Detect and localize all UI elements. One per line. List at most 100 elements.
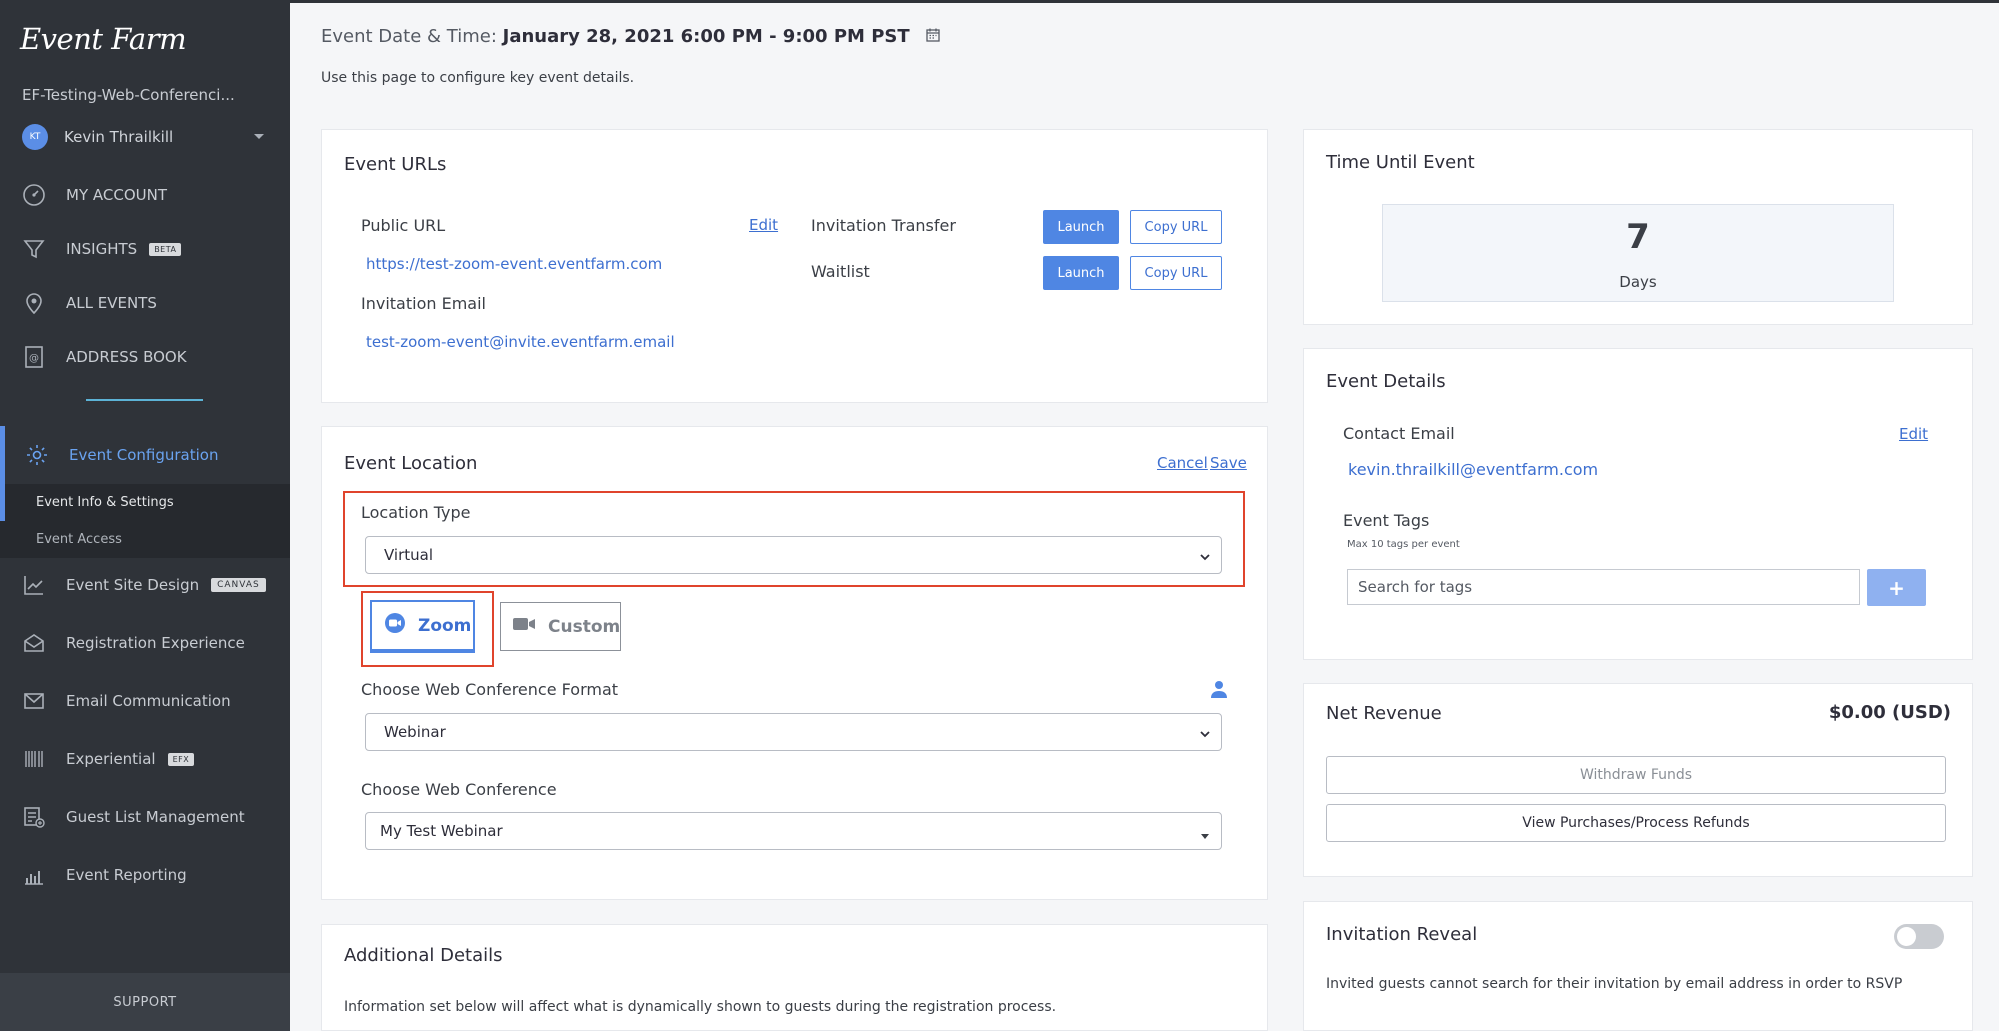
invitation-transfer-copy-url-button[interactable]: Copy URL	[1130, 210, 1222, 244]
countdown-box: 7 Days	[1382, 204, 1894, 302]
invitation-reveal-card: Invitation Reveal Invited guests cannot …	[1303, 901, 1973, 1031]
contact-email-edit-link[interactable]: Edit	[1899, 425, 1928, 443]
contact-email-link[interactable]: kevin.thrailkill@eventfarm.com	[1348, 460, 1598, 479]
main-content: Event Date & Time: January 28, 2021 6:00…	[290, 0, 1999, 1031]
web-conference-format-select[interactable]: Webinar	[365, 713, 1222, 751]
efx-badge: EFX	[167, 752, 195, 766]
nav-item-event-reporting[interactable]: Event Reporting	[0, 846, 290, 904]
waitlist-copy-url-button[interactable]: Copy URL	[1130, 256, 1222, 290]
zoom-label: Zoom	[418, 615, 472, 636]
nav-item-registration-experience[interactable]: Registration Experience	[0, 614, 290, 672]
sidebar-divider	[86, 399, 203, 401]
page-description: Use this page to configure key event det…	[321, 70, 635, 86]
zoom-icon	[384, 612, 406, 639]
top-border	[290, 0, 1999, 3]
nav-label: Guest List Management	[66, 808, 245, 826]
search-tags-input[interactable]: Search for tags	[1347, 569, 1860, 605]
additional-details-card: Additional Details Information set below…	[321, 924, 1268, 1031]
public-url-label: Public URL	[361, 216, 446, 235]
location-type-select[interactable]: Virtual	[365, 536, 1222, 574]
map-pin-icon	[22, 291, 46, 315]
invitation-email-link[interactable]: test-zoom-event@invite.eventfarm.email	[366, 333, 675, 351]
subnav-item-event-info-settings[interactable]: Event Info & Settings	[0, 484, 290, 521]
waitlist-launch-button[interactable]: Launch	[1043, 256, 1119, 290]
cancel-link[interactable]: Cancel	[1157, 454, 1208, 472]
calendar-icon[interactable]	[925, 27, 941, 48]
nav-item-guest-list-management[interactable]: Guest List Management	[0, 788, 290, 846]
time-until-event-title: Time Until Event	[1326, 152, 1475, 173]
zoom-provider-button[interactable]: Zoom	[370, 600, 475, 653]
secondary-nav: Event Site Design CANVAS Registration Ex…	[0, 556, 290, 904]
event-urls-card: Event URLs Public URL Edit https://test-…	[321, 129, 1268, 403]
nav-item-event-site-design[interactable]: Event Site Design CANVAS	[0, 556, 290, 614]
invitation-transfer-launch-button[interactable]: Launch	[1043, 210, 1119, 244]
search-tags-placeholder: Search for tags	[1358, 578, 1473, 596]
add-tag-button[interactable]: +	[1867, 569, 1926, 606]
invitation-email-label: Invitation Email	[361, 294, 486, 313]
withdraw-funds-button[interactable]: Withdraw Funds	[1326, 756, 1946, 794]
net-revenue-amount: $0.00 (USD)	[1828, 702, 1951, 723]
public-url-link[interactable]: https://test-zoom-event.eventfarm.com	[366, 255, 662, 273]
gear-icon	[25, 443, 49, 467]
subnav-item-event-access[interactable]: Event Access	[0, 521, 290, 558]
nav-item-email-communication[interactable]: Email Communication	[0, 672, 290, 730]
view-purchases-button[interactable]: View Purchases/Process Refunds	[1326, 804, 1946, 842]
web-conference-value: My Test Webinar	[380, 822, 503, 840]
avatar: KT	[22, 124, 48, 150]
bar-chart-icon	[22, 863, 46, 887]
nav-label: Email Communication	[66, 692, 231, 710]
event-location-title: Event Location	[344, 453, 478, 474]
invitation-transfer-label: Invitation Transfer	[811, 216, 956, 235]
nav-label: INSIGHTS	[66, 240, 138, 258]
envelope-open-icon	[22, 631, 46, 655]
subnav: Event Info & Settings Event Access	[0, 484, 290, 558]
user-menu[interactable]: KT Kevin Thrailkill	[22, 124, 272, 150]
countdown-unit: Days	[1619, 273, 1657, 291]
primary-nav: MY ACCOUNT INSIGHTS BETA ALL EVENTS @ AD…	[0, 168, 290, 384]
caret-down-icon[interactable]	[254, 134, 264, 139]
event-tags-hint: Max 10 tags per event	[1347, 539, 1460, 550]
waitlist-label: Waitlist	[811, 262, 870, 281]
nav-label: ALL EVENTS	[66, 294, 157, 312]
save-link[interactable]: Save	[1210, 454, 1247, 472]
beta-badge: BETA	[149, 242, 182, 256]
nav-item-address-book[interactable]: @ ADDRESS BOOK	[0, 330, 290, 384]
event-details-card: Event Details Contact Email Edit kevin.t…	[1303, 348, 1973, 660]
time-until-event-card: Time Until Event 7 Days	[1303, 129, 1973, 325]
chevron-down-icon	[1199, 549, 1211, 567]
event-location-card: Event Location Cancel Save Location Type…	[321, 426, 1268, 900]
envelope-icon	[22, 689, 46, 713]
nav-item-event-configuration[interactable]: Event Configuration	[0, 426, 290, 484]
org-name[interactable]: EF-Testing-Web-Conferenci...	[22, 86, 235, 104]
web-conference-select[interactable]: My Test Webinar	[365, 812, 1222, 850]
caret-down-icon	[1199, 827, 1211, 845]
web-conference-label: Choose Web Conference	[361, 780, 557, 799]
nav-label: Experiential	[66, 750, 156, 768]
location-type-value: Virtual	[384, 546, 434, 564]
event-farm-logo[interactable]: Event Farm	[20, 22, 187, 56]
web-conference-format-value: Webinar	[384, 723, 446, 741]
nav-item-insights[interactable]: INSIGHTS BETA	[0, 222, 290, 276]
nav-item-my-account[interactable]: MY ACCOUNT	[0, 168, 290, 222]
location-type-label: Location Type	[361, 503, 471, 522]
address-book-icon: @	[22, 345, 46, 369]
invitation-reveal-toggle[interactable]	[1894, 924, 1944, 949]
additional-details-description: Information set below will affect what i…	[344, 999, 1057, 1015]
nav-label: ADDRESS BOOK	[66, 348, 187, 366]
custom-label: Custom	[548, 616, 621, 637]
custom-provider-button[interactable]: Custom	[500, 602, 621, 651]
gauge-icon	[22, 183, 46, 207]
web-conference-format-label: Choose Web Conference Format	[361, 680, 619, 699]
additional-details-title: Additional Details	[344, 945, 503, 966]
public-url-edit-link[interactable]: Edit	[749, 216, 778, 234]
video-camera-icon	[512, 615, 536, 638]
nav-item-all-events[interactable]: ALL EVENTS	[0, 276, 290, 330]
net-revenue-title: Net Revenue	[1326, 703, 1442, 724]
nav-item-experiential[interactable]: Experiential EFX	[0, 730, 290, 788]
sidebar: Event Farm EF-Testing-Web-Conferenci... …	[0, 0, 290, 1031]
countdown-value: 7	[1626, 217, 1650, 257]
contact-email-label: Contact Email	[1343, 424, 1455, 443]
event-tags-label: Event Tags	[1343, 511, 1430, 530]
support-button[interactable]: SUPPORT	[0, 973, 290, 1031]
user-icon[interactable]	[1211, 680, 1227, 702]
